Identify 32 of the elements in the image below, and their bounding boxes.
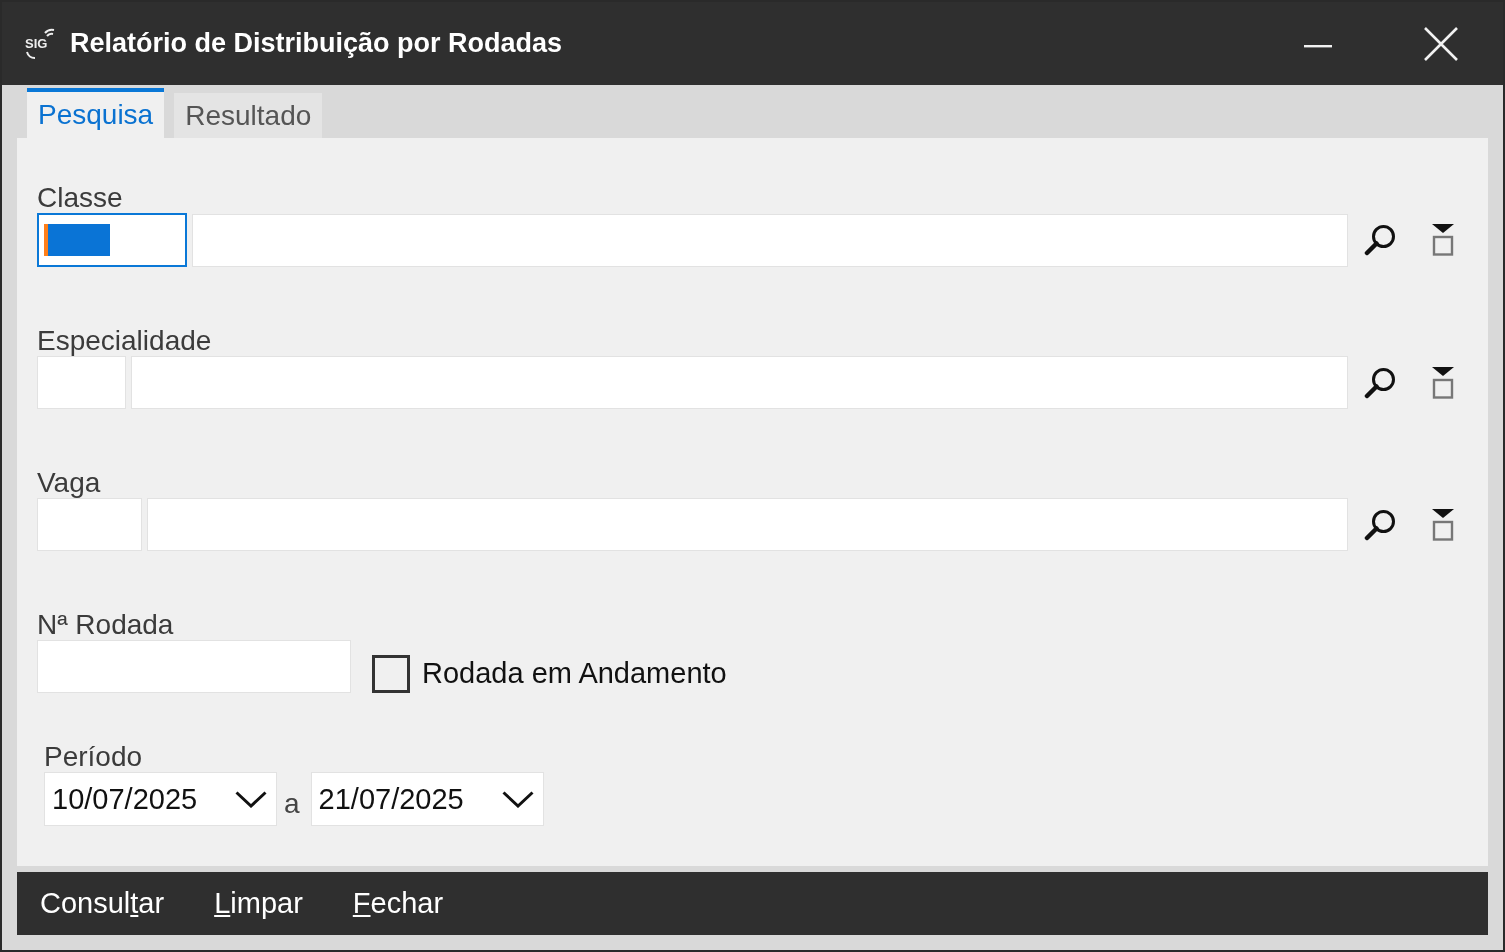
dropdown-box-icon[interactable] bbox=[1431, 224, 1455, 256]
text-selection-icon bbox=[44, 224, 110, 256]
description-field[interactable] bbox=[192, 213, 1348, 267]
search-icon[interactable] bbox=[1364, 224, 1396, 256]
date-picker[interactable]: 21/07/2025 bbox=[310, 772, 544, 826]
search-icon[interactable] bbox=[1364, 366, 1396, 399]
description-field[interactable] bbox=[131, 356, 1348, 409]
dropdown-box-icon[interactable] bbox=[1431, 508, 1455, 541]
field-label: Nª Rodada bbox=[37, 610, 175, 640]
field-label: Classe bbox=[37, 183, 124, 213]
chevron-down-icon bbox=[501, 790, 534, 808]
field-label: Período bbox=[44, 742, 144, 772]
search-icon[interactable] bbox=[1364, 508, 1396, 541]
checkbox[interactable] bbox=[372, 654, 410, 693]
description-field[interactable] bbox=[147, 498, 1348, 551]
round-number-field[interactable] bbox=[37, 640, 351, 693]
minimize-icon[interactable] bbox=[1304, 43, 1332, 48]
range-separator: a bbox=[284, 788, 300, 820]
footer-button[interactable]: Limpar bbox=[208, 883, 309, 924]
checkbox-label[interactable]: Rodada em Andamento bbox=[422, 657, 727, 690]
close-icon[interactable] bbox=[1424, 26, 1458, 61]
field-label: Especialidade bbox=[37, 326, 213, 356]
tab[interactable]: Pesquisa bbox=[27, 88, 165, 138]
footer-button[interactable]: Consultar bbox=[34, 883, 171, 924]
dropdown-box-icon[interactable] bbox=[1431, 366, 1455, 399]
tab[interactable]: Resultado bbox=[174, 93, 323, 138]
date-picker[interactable]: 10/07/2025 bbox=[44, 772, 277, 826]
chevron-down-icon bbox=[235, 790, 267, 808]
code-field[interactable] bbox=[37, 213, 187, 267]
footer-button[interactable]: Fechar bbox=[346, 883, 450, 924]
window-title: Relatório de Distribuição por Rodadas bbox=[70, 28, 563, 59]
field-label: Vaga bbox=[37, 468, 102, 498]
